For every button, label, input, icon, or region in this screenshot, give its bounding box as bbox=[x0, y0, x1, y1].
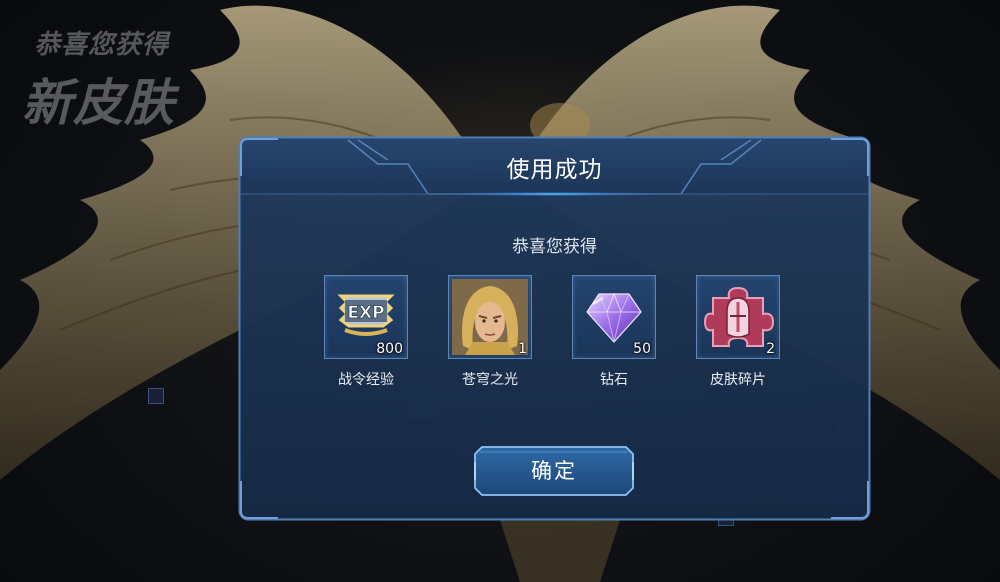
banner-subtitle: 恭喜您获得 bbox=[34, 30, 170, 60]
dialog-title: 使用成功 bbox=[506, 157, 603, 183]
reward-label: 苍穹之光 bbox=[462, 372, 518, 388]
reward-icon-box[interactable]: 1 bbox=[448, 275, 532, 359]
reward-item[interactable]: 1 苍穹之光 bbox=[430, 275, 550, 389]
reward-dialog: 使用成功 恭喜您获得 EXP 800 战令经验 1 苍穹之光 50 钻石 2 皮… bbox=[238, 136, 871, 521]
reward-count: 800 bbox=[376, 341, 403, 357]
reward-icon-box[interactable]: 50 bbox=[572, 275, 656, 359]
reward-label: 钻石 bbox=[600, 372, 628, 388]
banner-title: 新皮肤 bbox=[22, 74, 175, 132]
new-skin-banner: 恭喜您获得 新皮肤 bbox=[22, 24, 175, 135]
reward-count: 2 bbox=[766, 341, 775, 357]
reward-item[interactable]: 50 钻石 bbox=[554, 275, 674, 389]
reward-icon-box[interactable]: 2 bbox=[696, 275, 780, 359]
reward-label: 战令经验 bbox=[338, 372, 394, 388]
game-scene: 恭喜您获得 新皮肤 使用成功 恭喜您获得 EXP 800 战令经验 1 苍穹之光… bbox=[0, 0, 1000, 582]
reward-label: 皮肤碎片 bbox=[710, 372, 766, 388]
dialog-subtitle: 恭喜您获得 bbox=[512, 237, 597, 257]
reward-icon-box[interactable]: EXP 800 bbox=[324, 275, 408, 359]
confirm-button[interactable]: 确定 bbox=[474, 446, 634, 496]
confirm-button-label: 确定 bbox=[531, 459, 577, 483]
reward-list: EXP 800 战令经验 1 苍穹之光 50 钻石 2 皮肤碎片 bbox=[324, 275, 786, 395]
reward-item[interactable]: EXP 800 战令经验 bbox=[306, 275, 426, 389]
title-glow bbox=[454, 192, 654, 196]
reward-count: 50 bbox=[633, 341, 651, 357]
svg-text:EXP: EXP bbox=[347, 303, 384, 323]
reward-item[interactable]: 2 皮肤碎片 bbox=[678, 275, 798, 389]
reward-count: 1 bbox=[518, 341, 527, 357]
decor-square bbox=[148, 388, 164, 404]
